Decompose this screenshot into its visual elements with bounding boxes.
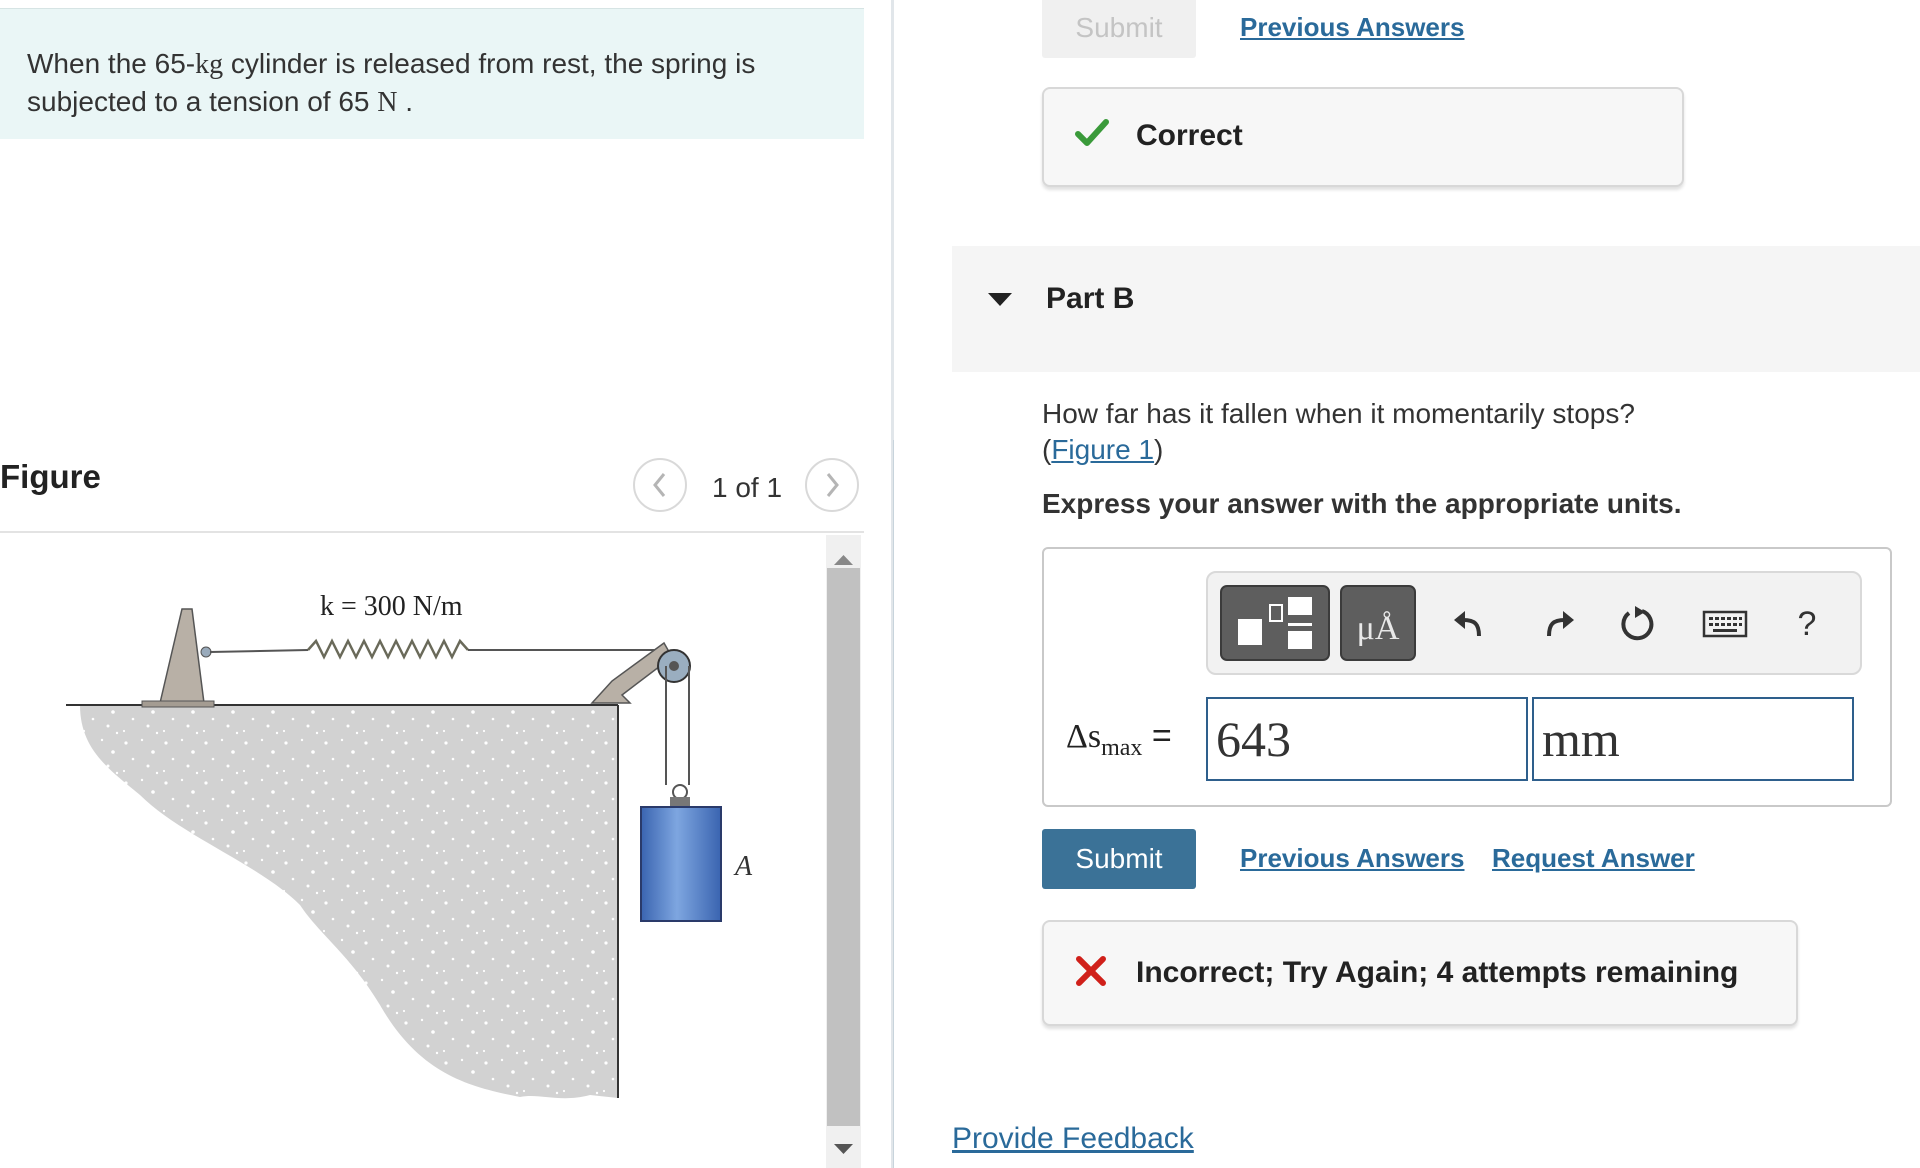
mechanics-figure: k = 300 N/m A bbox=[66, 591, 753, 1099]
next-figure-button[interactable] bbox=[805, 458, 859, 512]
cylinder-cap bbox=[670, 797, 690, 807]
cord-left bbox=[209, 649, 309, 653]
spring bbox=[307, 638, 469, 660]
spring-constant-label: k = 300 N/m bbox=[320, 591, 463, 622]
problem-statement-box: When the 65-kg cylinder is released from… bbox=[0, 8, 864, 139]
figure-scrollbar-thumb[interactable] bbox=[827, 568, 860, 1126]
provide-feedback-link[interactable]: Provide Feedback bbox=[952, 1122, 1194, 1156]
pulley-axle bbox=[669, 661, 679, 671]
answer-box: μÅ ? Δsmax = 643 mm bbox=[1042, 547, 1892, 807]
ground-block bbox=[80, 705, 618, 1099]
anchor-pin bbox=[200, 646, 212, 658]
previous-answers-link-bottom[interactable]: Previous Answers bbox=[1240, 843, 1464, 874]
figure-divider bbox=[0, 531, 864, 533]
cylinder-a bbox=[640, 806, 722, 922]
previous-figure-button[interactable] bbox=[633, 458, 687, 512]
problem-text: When the 65-kg cylinder is released from… bbox=[27, 48, 756, 118]
redo-icon bbox=[1547, 611, 1574, 637]
question-text: How far has it fallen when it momentaril… bbox=[1042, 398, 1635, 465]
undo-button[interactable] bbox=[1446, 599, 1496, 649]
checkmark-icon bbox=[1075, 119, 1109, 146]
scroll-down-arrow-icon[interactable] bbox=[826, 1134, 861, 1164]
answer-value-input[interactable]: 643 bbox=[1206, 697, 1528, 781]
redo-button[interactable] bbox=[1532, 599, 1582, 649]
chevron-left-icon bbox=[653, 473, 666, 497]
templates-button[interactable] bbox=[1220, 585, 1330, 661]
help-button[interactable]: ? bbox=[1782, 599, 1832, 649]
left-panel: When the 65-kg cylinder is released from… bbox=[0, 0, 893, 1168]
figure-counter: 1 of 1 bbox=[712, 472, 783, 503]
part-b-header[interactable]: Part B bbox=[952, 246, 1920, 372]
previous-answers-link[interactable]: Previous Answers bbox=[1240, 12, 1464, 43]
correct-feedback: Correct bbox=[1042, 87, 1684, 187]
keyboard-icon bbox=[1702, 610, 1748, 638]
submit-button[interactable]: Submit bbox=[1042, 829, 1196, 889]
answer-instruction: Express your answer with the appropriate… bbox=[1042, 488, 1682, 519]
wall-anchor bbox=[159, 608, 205, 704]
cylinder-label: A bbox=[733, 851, 753, 882]
reset-button[interactable] bbox=[1612, 599, 1662, 649]
figure-title: Figure bbox=[0, 458, 101, 495]
math-toolbar: μÅ ? bbox=[1206, 571, 1862, 675]
undo-icon bbox=[1454, 611, 1481, 637]
submit-button-disabled[interactable]: Submit bbox=[1042, 0, 1196, 58]
correct-label: Correct bbox=[1136, 119, 1243, 152]
anchor-base bbox=[141, 700, 215, 708]
right-panel: Submit Previous Answers Correct Part B H… bbox=[894, 0, 1920, 1168]
incorrect-label: Incorrect; Try Again; 4 attempts remaini… bbox=[1136, 956, 1739, 989]
variable-label: Δsmax = bbox=[1066, 717, 1172, 761]
x-mark-icon bbox=[1076, 956, 1106, 986]
figure-1-link[interactable]: Figure 1 bbox=[1051, 434, 1154, 465]
keyboard-button[interactable] bbox=[1700, 599, 1750, 649]
incorrect-feedback: Incorrect; Try Again; 4 attempts remaini… bbox=[1042, 920, 1798, 1026]
chevron-right-icon bbox=[826, 473, 839, 497]
cylinder-hook bbox=[672, 784, 688, 800]
caret-down-icon[interactable] bbox=[986, 290, 1014, 310]
reset-icon bbox=[1621, 606, 1654, 641]
request-answer-link[interactable]: Request Answer bbox=[1492, 843, 1695, 874]
units-button[interactable]: μÅ bbox=[1340, 585, 1416, 661]
answer-unit-input[interactable]: mm bbox=[1532, 697, 1854, 781]
part-b-title: Part B bbox=[1046, 282, 1135, 315]
fraction-template-icon bbox=[1238, 597, 1312, 649]
